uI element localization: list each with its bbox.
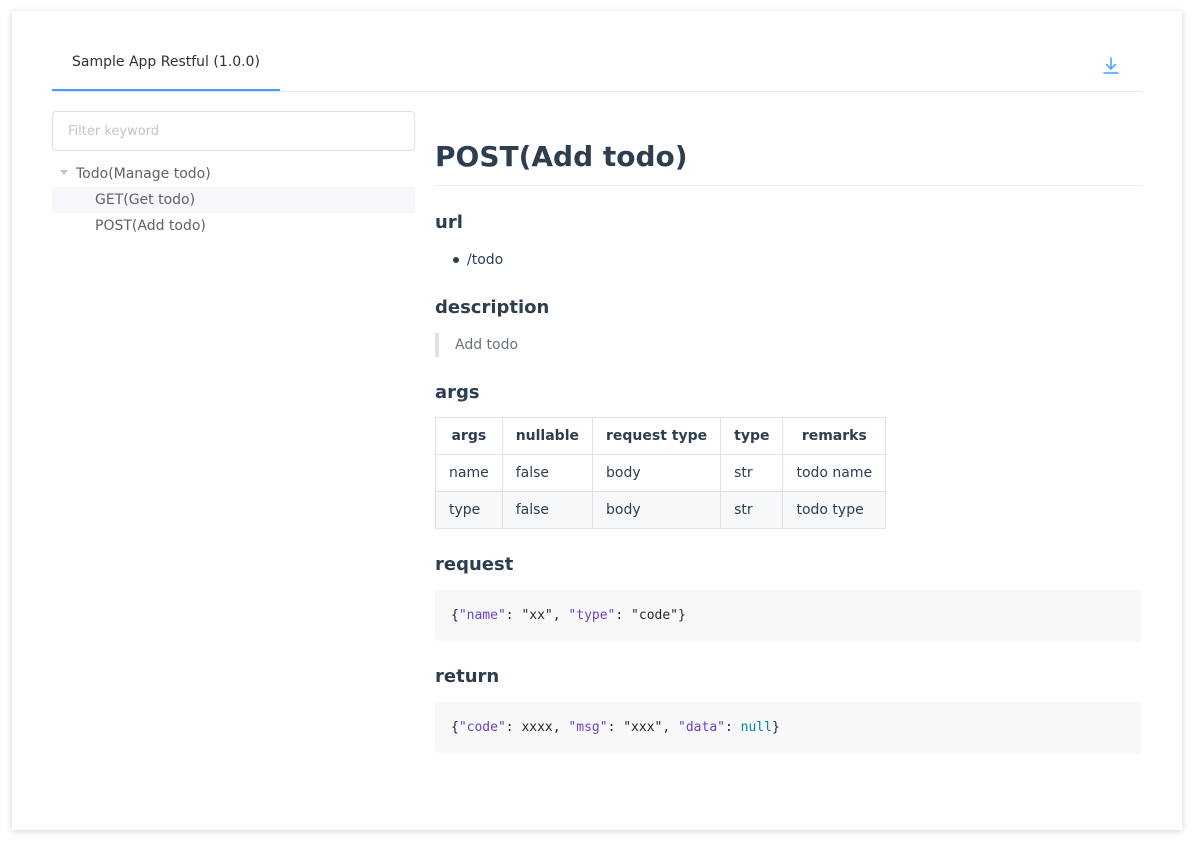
tree-node-todo[interactable]: Todo(Manage todo) bbox=[52, 161, 415, 187]
tab-sample-app-restful[interactable]: Sample App Restful (1.0.0) bbox=[52, 43, 280, 91]
api-tree: Todo(Manage todo) GET(Get todo) POST(Add… bbox=[52, 161, 415, 239]
tree-node-label: POST(Add todo) bbox=[95, 218, 206, 234]
table-cell: type bbox=[435, 491, 503, 529]
code-token: } bbox=[678, 608, 686, 623]
doc-card: Sample App Restful (1.0.0) Todo(Manage t… bbox=[12, 11, 1182, 830]
tree-node-label: Todo(Manage todo) bbox=[76, 166, 211, 182]
table-cell: false bbox=[501, 454, 594, 492]
tab-bar: Sample App Restful (1.0.0) bbox=[52, 43, 1142, 92]
table-cell: body bbox=[591, 454, 722, 492]
code-token: : bbox=[615, 608, 632, 623]
code-token: { bbox=[451, 720, 459, 735]
description-quote: Add todo bbox=[435, 333, 1142, 357]
page-title: POST(Add todo) bbox=[435, 135, 1142, 186]
code-key: "msg" bbox=[568, 720, 608, 735]
code-value: "xx" bbox=[521, 608, 553, 623]
table-cell: name bbox=[435, 454, 503, 492]
url-list: /todo bbox=[435, 248, 1142, 272]
code-key: "type" bbox=[568, 608, 616, 623]
code-token: : bbox=[724, 720, 741, 735]
args-heading: args bbox=[435, 382, 480, 403]
code-value: "code" bbox=[631, 608, 679, 623]
filter-keyword-input[interactable] bbox=[52, 111, 415, 151]
code-key: "code" bbox=[458, 720, 506, 735]
return-code-block: {"code": xxxx, "msg": "xxx", "data": nul… bbox=[435, 702, 1142, 753]
request-code-block: {"name": "xx", "type": "code"} bbox=[435, 590, 1142, 641]
url-item: /todo bbox=[453, 248, 1142, 272]
code-token: { bbox=[451, 608, 459, 623]
url-text: /todo bbox=[467, 252, 504, 268]
code-token: : bbox=[607, 720, 624, 735]
table-cell: str bbox=[720, 454, 784, 492]
code-key: "name" bbox=[458, 608, 506, 623]
tree-node-label: GET(Get todo) bbox=[95, 192, 196, 208]
tree-node-get-todo[interactable]: GET(Get todo) bbox=[52, 187, 415, 213]
description-heading: description bbox=[435, 297, 550, 318]
table-row: type false body str todo type bbox=[435, 491, 887, 529]
code-token: , bbox=[552, 720, 569, 735]
code-token: , bbox=[662, 720, 679, 735]
column-header: args bbox=[435, 417, 503, 455]
download-icon[interactable] bbox=[1102, 56, 1120, 76]
table-cell: str bbox=[720, 491, 784, 529]
bullet-icon bbox=[453, 257, 459, 263]
column-header: nullable bbox=[501, 417, 594, 455]
code-value: xxxx bbox=[521, 720, 553, 735]
table-cell: body bbox=[591, 491, 722, 529]
caret-down-icon[interactable] bbox=[60, 169, 68, 175]
code-token: : bbox=[505, 608, 522, 623]
request-heading: request bbox=[435, 554, 514, 575]
code-key: "data" bbox=[678, 720, 725, 735]
column-header: request type bbox=[591, 417, 722, 455]
table-header-row: args nullable request type type remarks bbox=[435, 417, 887, 455]
column-header: remarks bbox=[782, 417, 887, 455]
code-token: : bbox=[505, 720, 522, 735]
tree-node-post-todo[interactable]: POST(Add todo) bbox=[52, 213, 415, 239]
table-cell: todo type bbox=[782, 491, 887, 529]
args-table: args nullable request type type remarks … bbox=[435, 417, 887, 529]
code-token: , bbox=[552, 608, 569, 623]
api-detail: POST(Add todo) url /todo description Add… bbox=[435, 135, 1142, 753]
url-heading: url bbox=[435, 212, 463, 233]
table-cell: todo name bbox=[782, 454, 887, 492]
return-heading: return bbox=[435, 666, 500, 687]
column-header: type bbox=[720, 417, 784, 455]
code-value: "xxx" bbox=[623, 720, 663, 735]
table-row: name false body str todo name bbox=[435, 454, 887, 492]
code-null: null bbox=[740, 720, 772, 735]
code-token: } bbox=[771, 720, 780, 735]
table-cell: false bbox=[501, 491, 594, 529]
